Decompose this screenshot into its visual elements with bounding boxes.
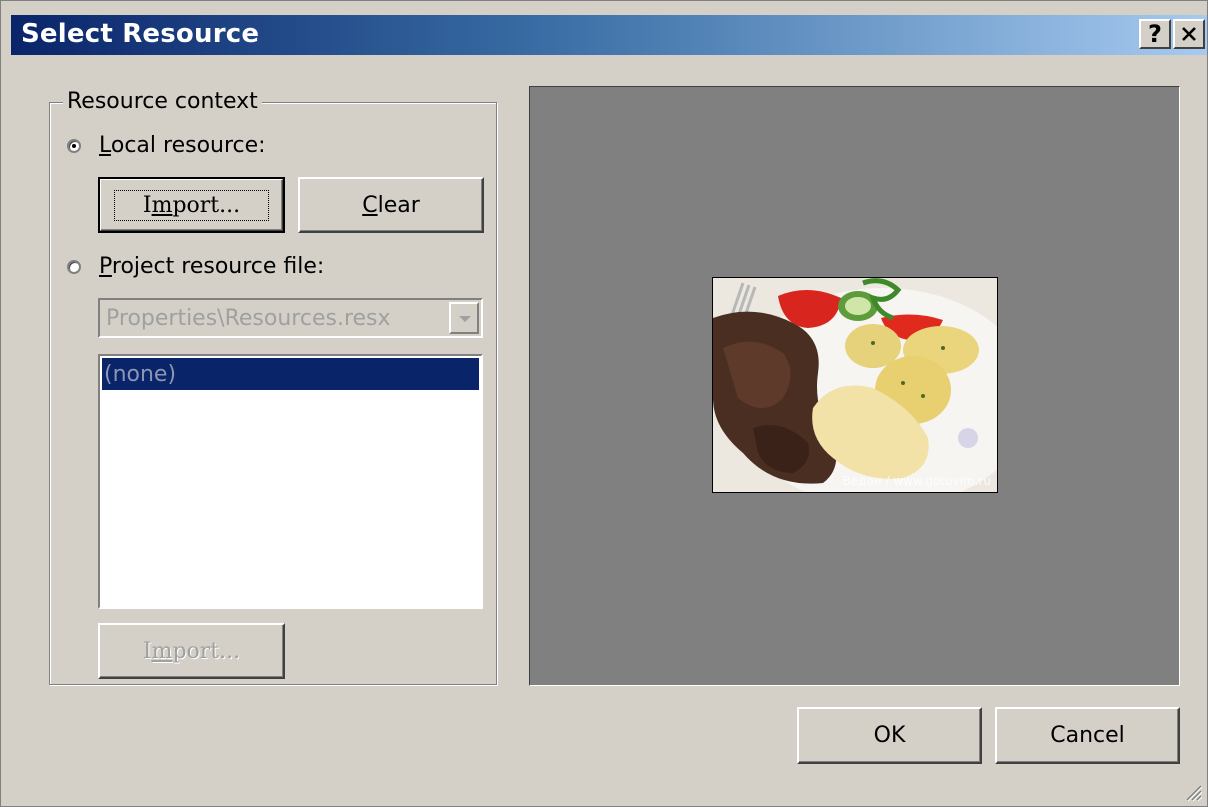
resource-list[interactable]: (none) (98, 354, 483, 609)
project-resource-radio[interactable]: Project resource file: (67, 254, 324, 279)
resource-file-combo[interactable]: Properties\Resources.resx (98, 298, 483, 338)
image-preview-pane: Ведан / www.gotovim.ru (529, 86, 1180, 686)
import-button-label: Import... (113, 189, 270, 221)
title-bar[interactable]: Select Resource ? (11, 15, 1207, 55)
resource-context-legend: Resource context (63, 89, 262, 114)
food-photo-icon (713, 278, 997, 492)
ok-button-label: OK (873, 723, 906, 748)
chevron-down-icon[interactable] (449, 302, 479, 334)
cancel-button-label: Cancel (1050, 723, 1125, 748)
clear-button[interactable]: Clear (298, 177, 484, 233)
close-button[interactable] (1173, 19, 1205, 49)
cancel-button[interactable]: Cancel (995, 707, 1180, 764)
help-icon: ? (1148, 20, 1162, 48)
close-icon (1182, 27, 1196, 41)
resize-grip-icon[interactable] (1183, 782, 1203, 802)
help-button[interactable]: ? (1139, 19, 1171, 49)
project-resource-label: Project resource file: (99, 254, 325, 279)
local-resource-radio[interactable]: Local resource: (67, 133, 266, 158)
ok-button[interactable]: OK (797, 707, 982, 764)
preview-watermark: Ведан / www.gotovim.ru (842, 474, 991, 488)
local-resource-label: Local resource: (99, 133, 266, 158)
project-import-button-label: Import... (142, 638, 241, 664)
project-import-button[interactable]: Import... (98, 623, 285, 679)
radio-unchecked-icon[interactable] (67, 259, 81, 274)
select-resource-dialog: Select Resource ? Resource context Local… (0, 0, 1208, 807)
import-button[interactable]: Import... (98, 177, 285, 233)
dialog-title: Select Resource (21, 19, 260, 49)
food-photo-image: Ведан / www.gotovim.ru (712, 277, 998, 493)
list-item[interactable]: (none) (102, 358, 479, 390)
resource-file-value: Properties\Resources.resx (106, 306, 391, 331)
clear-button-label: Clear (362, 192, 420, 218)
radio-checked-icon[interactable] (67, 138, 81, 153)
